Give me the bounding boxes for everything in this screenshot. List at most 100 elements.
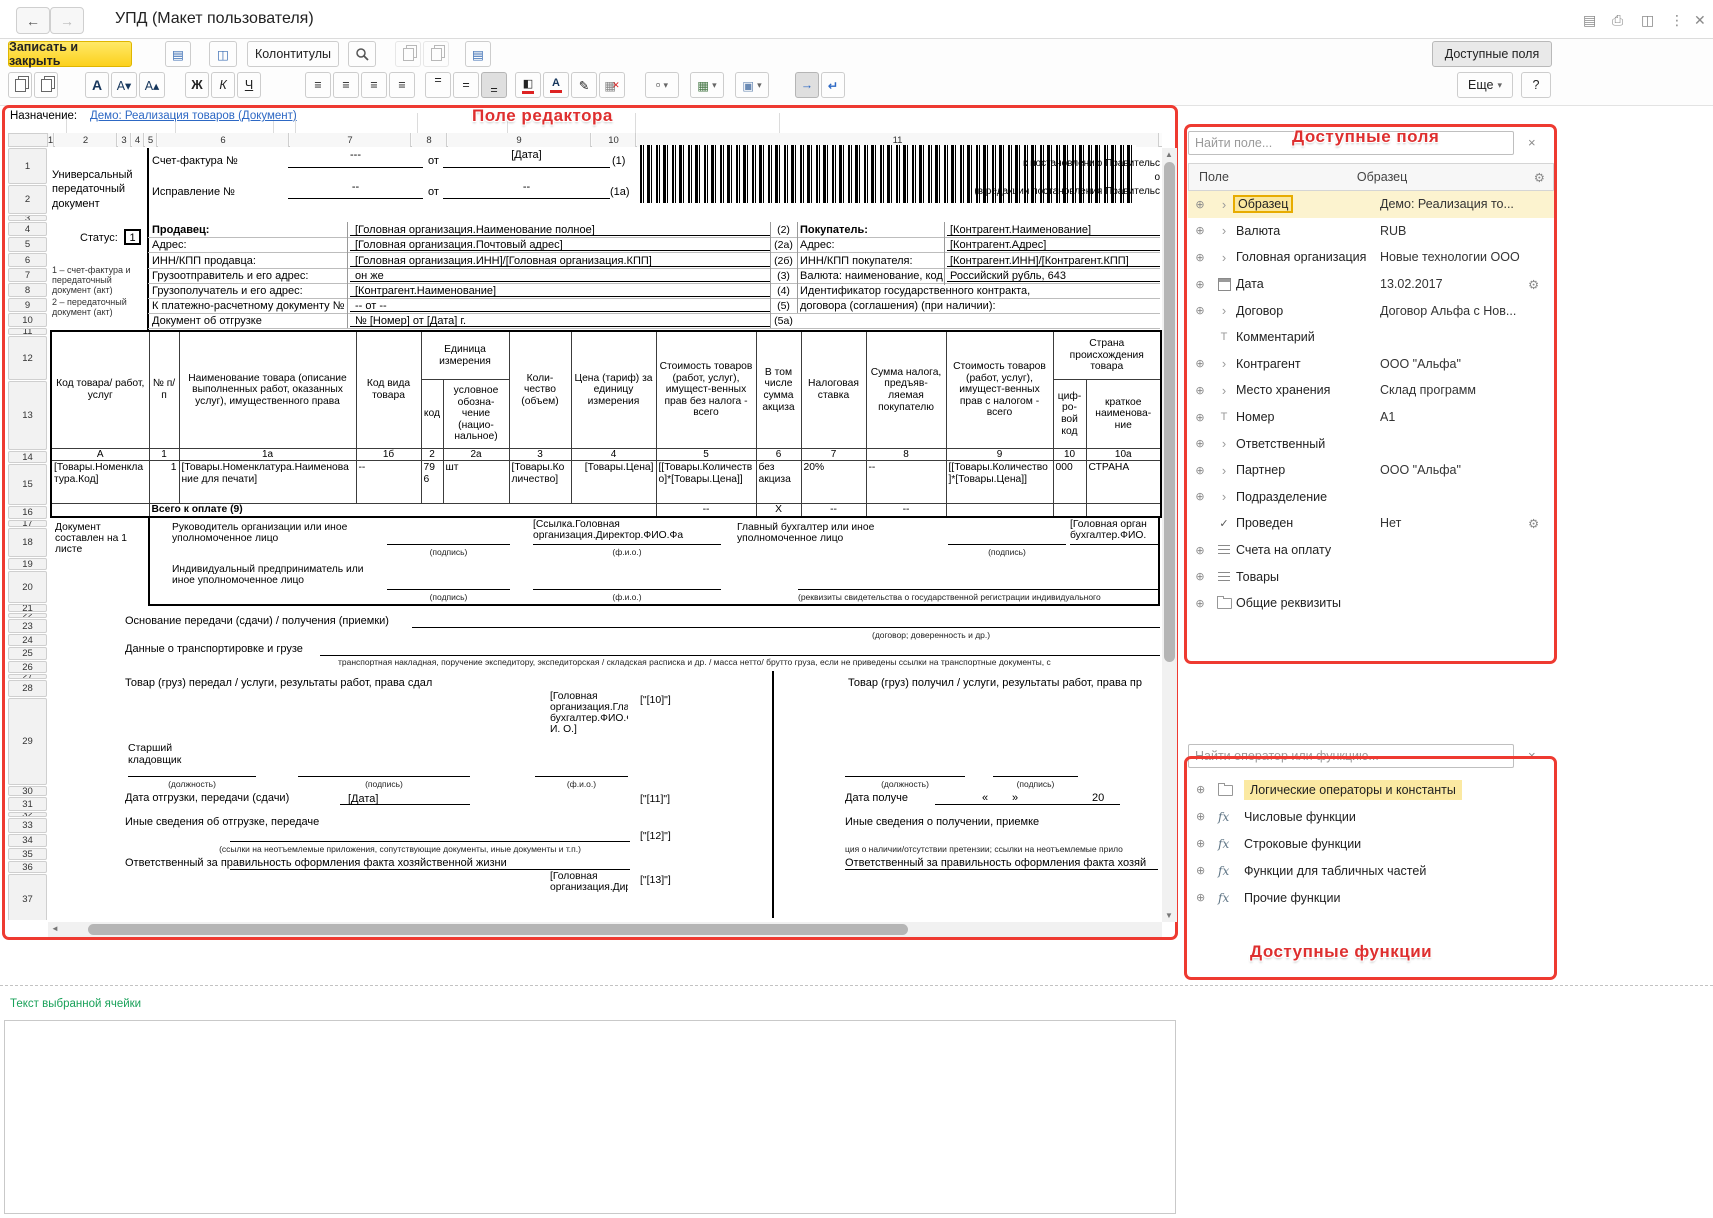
col-header-5[interactable]: 5	[145, 133, 157, 147]
row-header-4[interactable]: 4	[8, 222, 47, 236]
seller-value-6[interactable]: № [Номер] от [Дата] г.	[355, 315, 767, 328]
expand-plus-icon[interactable]: ⊕	[1188, 304, 1212, 317]
font-button[interactable]: А	[85, 72, 109, 98]
expand-plus-icon[interactable]: ⊕	[1188, 544, 1212, 557]
cell-text-editor[interactable]	[4, 1020, 1176, 1214]
more-button[interactable]: Еще▾	[1457, 72, 1513, 98]
row-header-20[interactable]: 20	[8, 571, 47, 603]
goods-data-row[interactable]: [Товары.Номенклатура.Код]1[Товары.Номенк…	[51, 461, 1161, 504]
seller-value-0[interactable]: [Головная организация.Наименование полно…	[355, 224, 767, 237]
col-header-4[interactable]: 4	[132, 133, 144, 147]
goods-cell-7[interactable]: [Товары.Цена]	[571, 461, 656, 504]
page-setup-button[interactable]: ▤	[465, 41, 491, 67]
valign-middle-button[interactable]: =	[453, 72, 479, 98]
row-header-12[interactable]: 12	[8, 336, 47, 380]
seller-value-3[interactable]: он же	[355, 270, 767, 283]
image-dropdown-button[interactable]: ▣▾	[735, 72, 769, 98]
print-preview-button[interactable]: ◫	[209, 41, 237, 67]
function-item-2[interactable]: ⊕fxСтроковые функции	[1196, 830, 1548, 857]
expand-plus-icon[interactable]: ⊕	[1188, 464, 1212, 477]
horizontal-scroll-thumb[interactable]	[88, 924, 908, 935]
field-row-Образец[interactable]: ⊕›ОбразецДемо: Реализация то...	[1188, 191, 1554, 218]
passed-fio-cell[interactable]: [Головная организация.Главный бухгалтер.…	[550, 691, 628, 775]
col-header-9[interactable]: 9	[448, 133, 591, 147]
vertical-scrollbar[interactable]: ▲ ▼	[1162, 148, 1177, 922]
col-header-2[interactable]: 2	[55, 133, 117, 147]
corner-cell[interactable]	[8, 133, 48, 147]
align-left-button[interactable]: ≡	[305, 72, 331, 98]
find-button[interactable]	[348, 41, 376, 67]
row-header-29[interactable]: 29	[8, 698, 47, 785]
ship-date-cell[interactable]: [Дата]	[348, 793, 378, 806]
row-header-6[interactable]: 6	[8, 253, 47, 267]
expand-plus-icon[interactable]: ⊕	[1196, 810, 1218, 823]
goods-cell-0[interactable]: [Товары.Номенклатура.Код]	[51, 461, 149, 504]
col-header-7[interactable]: 7	[290, 133, 411, 147]
row-header-30[interactable]: 30	[8, 786, 47, 796]
fill-color-button[interactable]: ◧	[515, 72, 541, 98]
preview-icon[interactable]: ◫	[1641, 12, 1654, 29]
row-header-14[interactable]: 14	[8, 451, 47, 463]
font-increase-button[interactable]: А▴	[139, 72, 165, 98]
goods-cell-14[interactable]: СТРАНА	[1086, 461, 1161, 504]
row-header-2[interactable]: 2	[8, 185, 47, 214]
paste-button[interactable]	[8, 72, 32, 98]
expand-plus-icon[interactable]: ⊕	[1188, 490, 1212, 503]
expand-plus-icon[interactable]: ⊕	[1188, 384, 1212, 397]
head-fio-cell[interactable]: [Ссылка.Головная организация.Директор.ФИ…	[533, 519, 721, 544]
scroll-down-icon[interactable]: ▼	[1165, 911, 1173, 920]
field-settings-gear-icon[interactable]: ⚙	[1528, 516, 1554, 531]
headers-footers-button[interactable]: Колонтитулы	[247, 41, 339, 67]
row-header-23[interactable]: 23	[8, 619, 47, 633]
field-settings-gear-icon[interactable]: ⚙	[1528, 277, 1554, 292]
field-row-Комментарий[interactable]: ТКомментарий	[1188, 324, 1554, 351]
field-row-Место хранения[interactable]: ⊕›Место храненияСклад программ	[1188, 377, 1554, 404]
seller-value-2[interactable]: [Головная организация.ИНН]/[Головная орг…	[355, 255, 767, 268]
bold-button[interactable]: Ж	[185, 72, 209, 98]
expand-plus-icon[interactable]: ⊕	[1188, 224, 1212, 237]
align-justify-button[interactable]: ≡	[389, 72, 415, 98]
row-header-34[interactable]: 34	[8, 834, 47, 847]
function-item-3[interactable]: ⊕fxФункции для табличных частей	[1196, 857, 1548, 884]
field-row-Валюта[interactable]: ⊕›ВалютаRUB	[1188, 218, 1554, 245]
row-header-8[interactable]: 8	[8, 283, 47, 297]
expand-plus-icon[interactable]: ⊕	[1196, 864, 1218, 877]
field-row-Проведен[interactable]: ✓ПроведенНет⚙	[1188, 510, 1554, 537]
expand-plus-icon[interactable]: ⊕	[1188, 278, 1212, 291]
fields-search-clear-icon[interactable]: ×	[1528, 135, 1536, 150]
back-button[interactable]: ←	[16, 7, 50, 34]
expand-plus-icon[interactable]: ⊕	[1188, 411, 1212, 424]
row-header-36[interactable]: 36	[8, 861, 47, 873]
field-row-Номер[interactable]: ⊕ТНомерА1	[1188, 404, 1554, 431]
row-header-16[interactable]: 16	[8, 506, 47, 519]
invoice-date-cell[interactable]: [Дата]	[443, 149, 610, 168]
row-header-13[interactable]: 13	[8, 381, 47, 450]
row-header-10[interactable]: 10	[8, 313, 47, 327]
save-and-close-button[interactable]: Записать и закрыть	[8, 41, 132, 67]
close-icon[interactable]: ✕	[1694, 12, 1706, 29]
copy-style-button[interactable]	[34, 72, 58, 98]
col-header-10[interactable]: 10	[592, 133, 636, 147]
col-header-1[interactable]: 1	[48, 133, 54, 147]
border-color-button[interactable]: ✎	[571, 72, 597, 98]
available-fields-button[interactable]: Доступные поля	[1432, 41, 1552, 67]
align-center-button[interactable]: ≡	[333, 72, 359, 98]
row-header-3[interactable]: 3	[8, 215, 47, 221]
status-cell[interactable]: 1	[124, 229, 141, 245]
purpose-link[interactable]: Демо: Реализация товаров (Документ)	[90, 110, 297, 123]
goods-cell-10[interactable]: 20%	[801, 461, 866, 504]
row-header-25[interactable]: 25	[8, 647, 47, 660]
font-decrease-button[interactable]: А▾	[111, 72, 137, 98]
expand-plus-icon[interactable]: ⊕	[1188, 437, 1212, 450]
goods-cell-11[interactable]: --	[866, 461, 946, 504]
row-header-22[interactable]: 22	[8, 613, 47, 618]
row-headers[interactable]: 1234567891011121314151617181920212223242…	[8, 148, 48, 920]
buyer-value-3[interactable]: Российский рубль, 643	[950, 270, 1160, 283]
correction-number-cell[interactable]: --	[288, 181, 423, 199]
row-header-18[interactable]: 18	[8, 528, 47, 557]
row-header-26[interactable]: 26	[8, 661, 47, 673]
expand-plus-icon[interactable]: ⊕	[1188, 570, 1212, 583]
goods-cell-6[interactable]: [Товары.Количество]	[509, 461, 571, 504]
row-header-19[interactable]: 19	[8, 558, 47, 570]
row-header-7[interactable]: 7	[8, 268, 47, 282]
